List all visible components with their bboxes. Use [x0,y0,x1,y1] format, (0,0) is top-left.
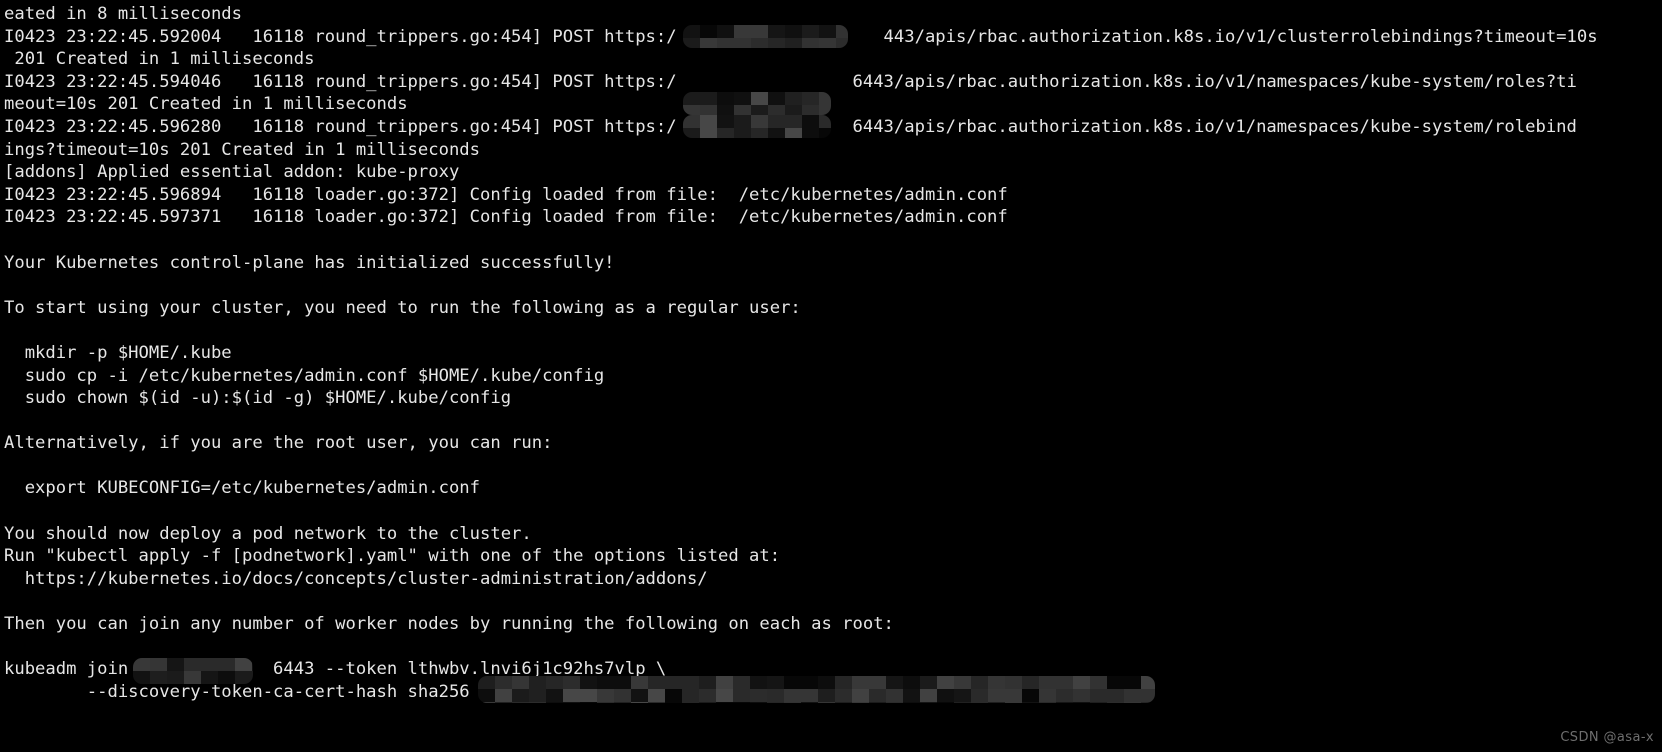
terminal-line: mkdir -p $HOME/.kube [4,342,232,363]
terminal-line: To start using your cluster, you need to… [4,297,801,318]
terminal-line: I0423 23:22:45.596280 16118 round_trippe… [4,116,1577,137]
terminal-line: ings?timeout=10s 201 Created in 1 millis… [4,139,480,160]
terminal-line: kubeadm join 6443 --token lthwbv.lnvi6j1… [4,659,667,680]
terminal-window[interactable]: eated in 8 milliseconds I0423 23:22:45.59… [0,0,1662,752]
terminal-output: eated in 8 milliseconds I0423 23:22:45.59… [4,3,1662,703]
terminal-line: --discovery-token-ca-cert-hash sha256 [4,681,470,702]
terminal-line: 201 Created in 1 milliseconds [4,49,315,70]
terminal-line: eated in 8 milliseconds [4,4,242,24]
terminal-line: I0423 23:22:45.594046 16118 round_trippe… [4,71,1577,92]
csdn-watermark: CSDN @asa-x [1560,730,1654,745]
terminal-line: You should now deploy a pod network to t… [4,523,532,544]
terminal-line: [addons] Applied essential addon: kube-p… [4,162,460,183]
terminal-line: I0423 23:22:45.596894 16118 loader.go:37… [4,184,1008,205]
terminal-line: Alternatively, if you are the root user,… [4,433,553,454]
terminal-line: Then you can join any number of worker n… [4,614,894,635]
terminal-line: Run "kubectl apply -f [podnetwork].yaml"… [4,546,781,567]
terminal-line: I0423 23:22:45.592004 16118 round_trippe… [4,26,1598,47]
terminal-line: meout=10s 201 Created in 1 milliseconds [4,94,408,115]
terminal-line: https://kubernetes.io/docs/concepts/clus… [4,568,708,589]
terminal-line: sudo chown $(id -u):$(id -g) $HOME/.kube… [4,388,512,409]
terminal-line: I0423 23:22:45.597371 16118 loader.go:37… [4,207,1008,228]
terminal-line: sudo cp -i /etc/kubernetes/admin.conf $H… [4,365,605,386]
terminal-line: export KUBECONFIG=/etc/kubernetes/admin.… [4,478,480,499]
terminal-line: Your Kubernetes control-plane has initia… [4,252,615,273]
